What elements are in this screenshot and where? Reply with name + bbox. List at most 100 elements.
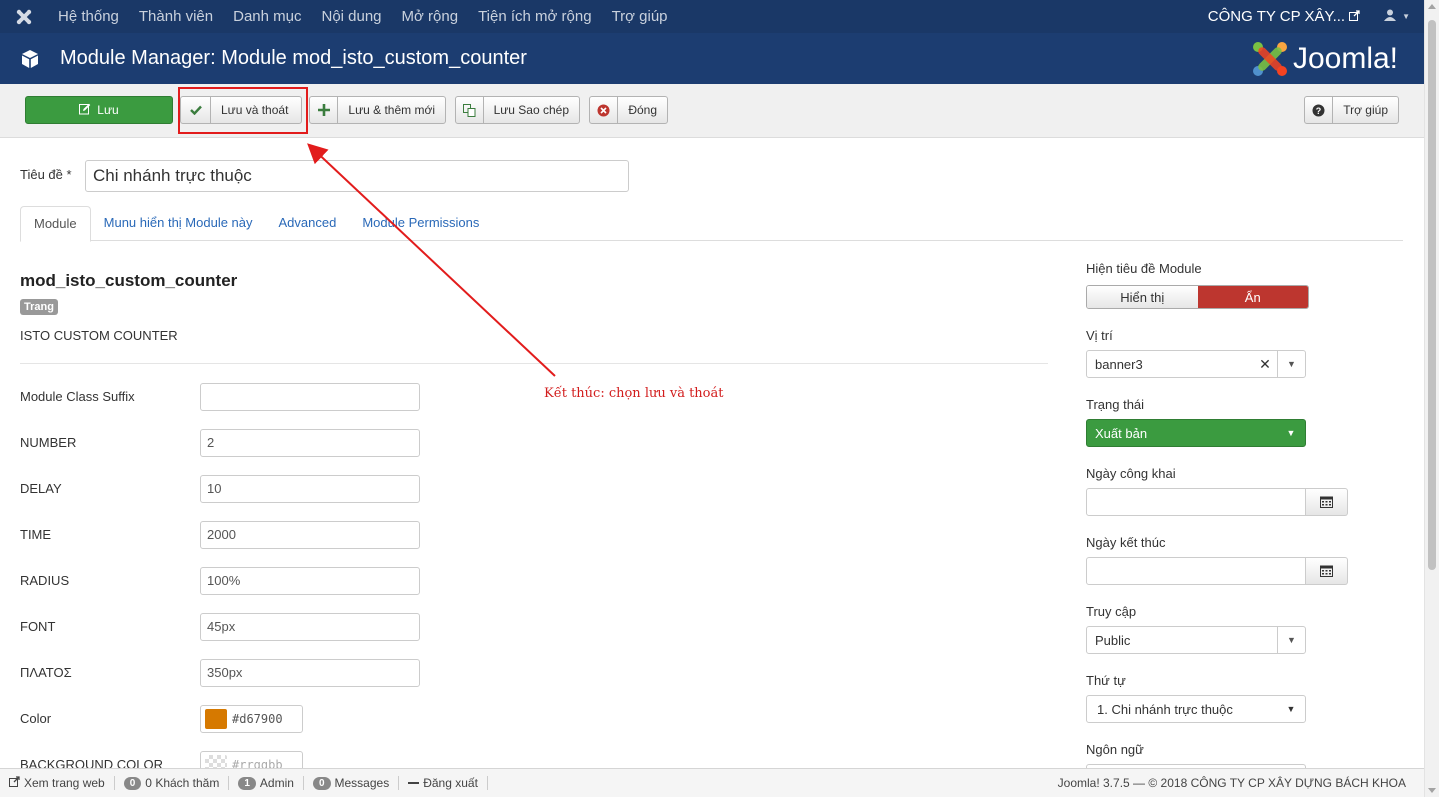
caret-down-icon: ▼: [1402, 12, 1410, 21]
position-select[interactable]: banner3 ✕ ▼: [1086, 350, 1306, 378]
close-button[interactable]: Đóng: [589, 96, 668, 124]
title-label: Tiêu đề *: [20, 167, 72, 182]
help-button[interactable]: ? Trợ giúp: [1304, 96, 1399, 124]
access-select[interactable]: Public ▼: [1086, 626, 1306, 654]
delay-input[interactable]: 10: [200, 475, 420, 503]
logout-link[interactable]: Đăng xuất: [399, 776, 488, 790]
module-class-suffix-input[interactable]: [200, 383, 420, 411]
save-as-copy-button[interactable]: Lưu Sao chép: [455, 96, 580, 124]
clear-icon[interactable]: ✕: [1253, 356, 1277, 373]
publish-down-label: Ngày kết thúc: [1086, 535, 1166, 550]
minus-icon: [408, 782, 420, 784]
question-icon: ?: [1305, 97, 1334, 123]
save-and-new-label: Lưu & thêm mới: [348, 103, 435, 117]
access-label: Truy cập: [1086, 604, 1137, 619]
main-content: Tiêu đề * Chi nhánh trực thuộc Module Mu…: [0, 138, 1424, 779]
save-and-new-button[interactable]: Lưu & thêm mới: [309, 96, 446, 124]
field-label: Module Class Suffix: [20, 389, 135, 404]
help-label: Trợ giúp: [1343, 103, 1388, 117]
annotation-highlight-box: [178, 87, 308, 134]
publish-down-date: [1086, 557, 1348, 585]
footer-credits: Joomla! 3.7.5 — © 2018 CÔNG TY CP XÂY DỰ…: [1058, 776, 1424, 790]
scroll-down-icon[interactable]: [1428, 788, 1436, 793]
field-label: Color: [20, 711, 52, 726]
joomla-icon[interactable]: [0, 0, 48, 33]
calendar-icon[interactable]: [1306, 557, 1348, 585]
menu-categories[interactable]: Danh mục: [223, 0, 311, 33]
scrollbar[interactable]: [1424, 0, 1439, 797]
divider: [20, 363, 1048, 364]
scroll-up-icon[interactable]: [1428, 4, 1436, 9]
logout-label: Đăng xuất: [423, 776, 478, 790]
menu-users[interactable]: Thành viên: [129, 0, 223, 33]
module-badge: Trang: [20, 299, 58, 315]
visitors-status: 0 0 Khách thăm: [115, 776, 230, 790]
time-input[interactable]: 2000: [200, 521, 420, 549]
chevron-down-icon: ▼: [1286, 428, 1296, 438]
joomla-wordmark: Joomla!: [1292, 41, 1398, 75]
menu-content[interactable]: Nội dung: [311, 0, 391, 33]
menu-extensions[interactable]: Mở rộng: [392, 0, 469, 33]
field-label: FONT: [20, 619, 56, 634]
close-label: Đóng: [628, 103, 657, 117]
visitors-label: Khách thăm: [155, 776, 220, 790]
number-input[interactable]: 2: [200, 429, 420, 457]
messages-status[interactable]: 0 Messages: [304, 776, 400, 790]
page-title: Module Manager: Module mod_isto_custom_c…: [60, 47, 527, 69]
site-link[interactable]: CÔNG TY CP XÂY...: [1208, 8, 1370, 25]
status-select[interactable]: Xuất bản ▼: [1086, 419, 1306, 447]
save-as-copy-label: Lưu Sao chép: [493, 103, 569, 117]
color-swatch: [205, 709, 227, 729]
order-select[interactable]: 1. Chi nhánh trực thuộc ▼: [1086, 695, 1306, 723]
chevron-down-icon: ▼: [1286, 704, 1296, 714]
scrollbar-thumb[interactable]: [1428, 20, 1436, 570]
menu-help[interactable]: Trợ giúp: [602, 0, 678, 33]
publish-up-input[interactable]: [1086, 488, 1306, 516]
tab-menu-assignment[interactable]: Munu hiển thị Module này: [91, 206, 266, 241]
publish-down-input[interactable]: [1086, 557, 1306, 585]
show-title-toggle: Hiển thị Ẩn: [1086, 285, 1309, 309]
width-input[interactable]: 350px: [200, 659, 420, 687]
admin-label: Admin: [259, 776, 294, 790]
calendar-icon[interactable]: [1306, 488, 1348, 516]
external-link-icon: [1349, 8, 1360, 25]
field-label: TIME: [20, 527, 52, 542]
tab-bar: Module Munu hiển thị Module này Advanced…: [20, 206, 1403, 242]
position-label: Vị trí: [1086, 328, 1113, 343]
position-value: banner3: [1095, 356, 1143, 372]
user-menu[interactable]: ▼: [1370, 9, 1424, 24]
publish-up-date: [1086, 488, 1348, 516]
annotation-text: Kết thúc: chọn lưu và thoát: [544, 386, 724, 401]
tab-module[interactable]: Module: [20, 206, 91, 242]
admin-status: 1 Admin: [229, 776, 304, 790]
language-label: Ngôn ngữ: [1086, 742, 1144, 757]
tab-advanced[interactable]: Advanced: [266, 206, 350, 241]
radius-input[interactable]: 100%: [200, 567, 420, 595]
external-link-icon: [9, 776, 20, 790]
top-navbar: Hệ thống Thành viên Danh mục Nội dung Mở…: [0, 0, 1424, 33]
edit-icon: [79, 103, 91, 118]
page-header: Module Manager: Module mod_isto_custom_c…: [0, 33, 1424, 84]
joomla-brand-logo: Joomla!: [1251, 40, 1398, 78]
order-label: Thứ tự: [1086, 673, 1126, 688]
close-circle-icon: [590, 97, 619, 123]
menu-components[interactable]: Tiện ích mở rộng: [468, 0, 602, 33]
title-input[interactable]: Chi nhánh trực thuộc: [85, 160, 629, 192]
company-name: CÔNG TY CP XÂY...: [1207, 8, 1346, 25]
field-label: RADIUS: [20, 573, 70, 588]
font-input[interactable]: 45px: [200, 613, 420, 641]
show-option[interactable]: Hiển thị: [1087, 286, 1198, 308]
view-site-link[interactable]: Xem trang web: [0, 776, 115, 790]
view-site-label: Xem trang web: [24, 776, 105, 790]
hide-option[interactable]: Ẩn: [1197, 286, 1308, 308]
chevron-down-icon[interactable]: ▼: [1277, 351, 1305, 377]
save-button[interactable]: Lưu: [25, 96, 173, 124]
version-label: Joomla! 3.7.5: [1057, 776, 1130, 790]
tab-module-permissions[interactable]: Module Permissions: [349, 206, 492, 241]
plus-icon: [310, 97, 339, 123]
visitors-count-label: 0 Khách thăm: [145, 776, 219, 790]
field-label: ΠΛΑΤΟΣ: [20, 665, 72, 680]
menu-system[interactable]: Hệ thống: [48, 0, 129, 33]
color-picker-input[interactable]: #d67900: [200, 705, 303, 733]
status-label: Trạng thái: [1086, 397, 1145, 412]
